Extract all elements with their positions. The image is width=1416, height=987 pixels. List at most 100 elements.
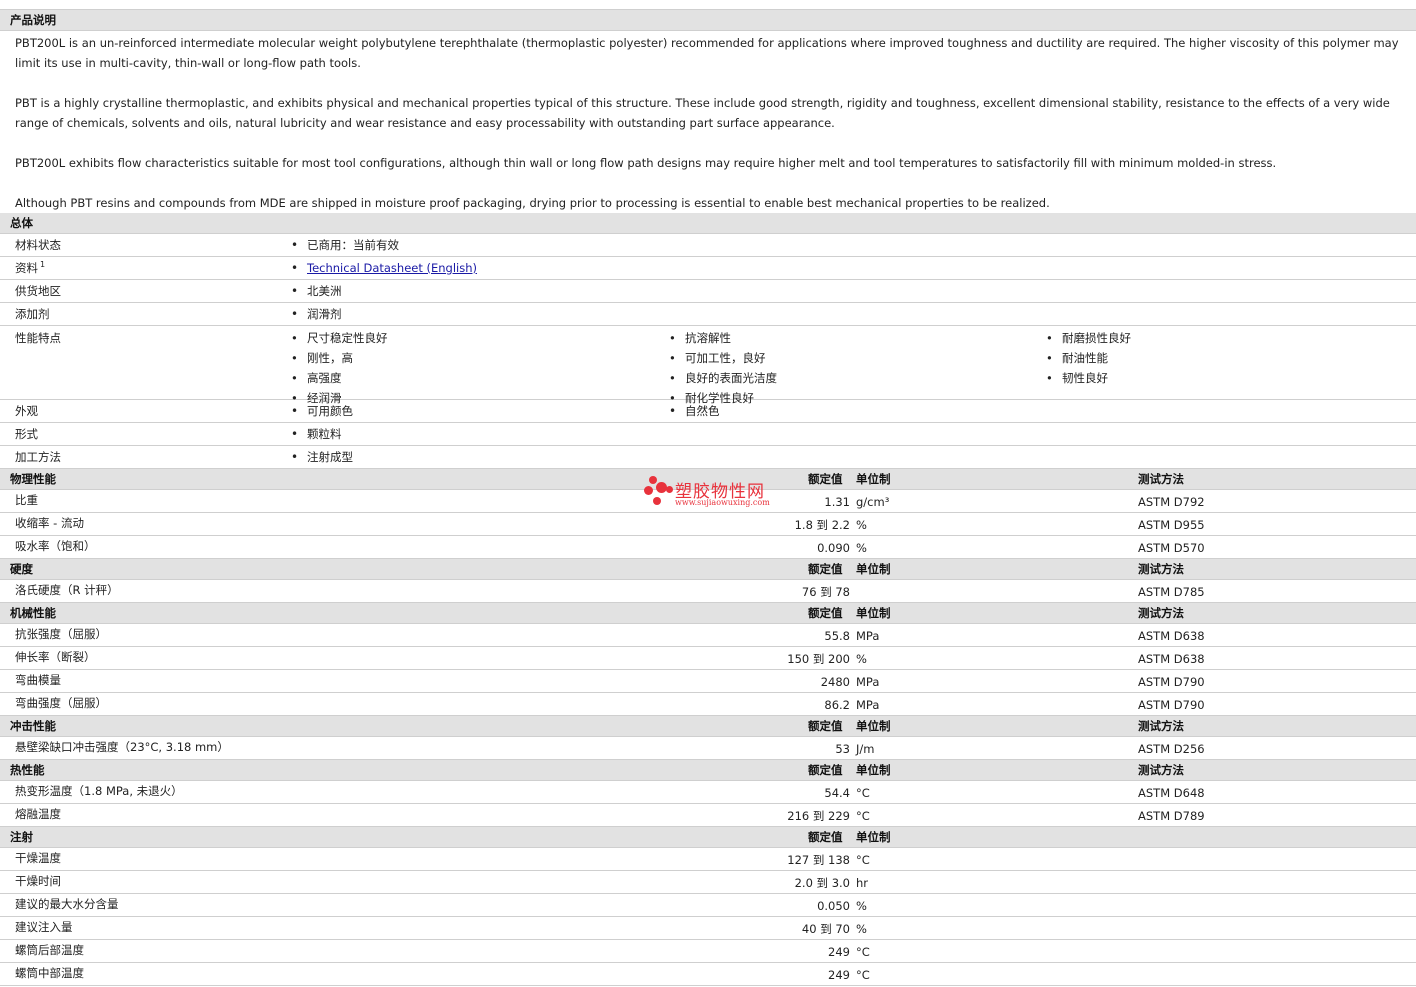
section-title: 产品说明 (10, 13, 56, 27)
row-label: 材料状态 (15, 238, 61, 252)
test-method: ASTM D638 (1138, 629, 1205, 643)
feature-item: 高强度 (291, 368, 388, 388)
property-value: 2480 (820, 675, 850, 689)
column-header-unit: 单位制 (856, 830, 891, 844)
property-label: 螺筒后部温度 (15, 943, 84, 957)
property-label: 弯曲模量 (15, 673, 61, 687)
property-label: 伸长率（断裂） (15, 650, 96, 664)
row-value: 注射成型 (291, 446, 353, 468)
property-unit: J/m (856, 742, 875, 756)
property-unit: °C (856, 809, 870, 823)
property-value: 0.050 (817, 899, 850, 913)
property-unit: °C (856, 945, 870, 959)
column-header-unit: 单位制 (856, 472, 891, 486)
section-title: 冲击性能 (10, 719, 56, 733)
property-value: 249 (828, 968, 850, 982)
property-unit: hr (856, 876, 869, 890)
property-row: 熔融温度 216 到 229 °C ASTM D789 (0, 804, 1416, 827)
test-method: ASTM D790 (1138, 698, 1205, 712)
property-label: 建议的最大水分含量 (15, 897, 119, 911)
row-label: 添加剂 (15, 307, 50, 321)
property-unit: MPa (856, 675, 880, 689)
general-row-appearance: 外观 可用颜色 自然色 (0, 400, 1416, 423)
row-label: 形式 (15, 427, 38, 441)
column-header-unit: 单位制 (856, 719, 891, 733)
property-row: 螺筒后部温度 249 °C (0, 940, 1416, 963)
row-value: 可用颜色 (291, 400, 353, 422)
description-paragraph: PBT is a highly crystalline thermoplasti… (15, 96, 1390, 130)
property-value: 1.31 (824, 495, 850, 509)
feature-item: 良好的表面光洁度 (669, 368, 777, 388)
property-unit: % (856, 518, 867, 532)
row-label-text: 资料 (15, 261, 38, 275)
features-column-1: 尺寸稳定性良好 刚性，高 高强度 经润滑 (291, 328, 388, 408)
property-unit: % (856, 899, 867, 913)
property-row: 热变形温度（1.8 MPa, 未退火） 54.4 °C ASTM D648 (0, 781, 1416, 804)
column-header-nominal: 额定值 (808, 472, 843, 486)
property-label: 熔融温度 (15, 807, 61, 821)
property-value: 86.2 (824, 698, 850, 712)
property-label: 建议注入量 (15, 920, 73, 934)
property-row: 建议注入量 40 到 70% (0, 917, 1416, 940)
property-row: 建议的最大水分含量 0.050% (0, 894, 1416, 917)
test-method: ASTM D256 (1138, 742, 1205, 756)
test-method: ASTM D790 (1138, 675, 1205, 689)
column-header-nominal: 额定值 (808, 830, 843, 844)
resource-item: Technical Datasheet (English) (291, 257, 477, 279)
property-unit: % (856, 541, 867, 555)
property-row: 弯曲强度（屈服） 86.2 MPa ASTM D790 (0, 693, 1416, 716)
general-row-status: 材料状态 已商用：当前有效 (0, 234, 1416, 257)
top-spacer (0, 0, 1416, 10)
feature-item: 刚性，高 (291, 348, 388, 368)
footnote-marker: 1 (40, 260, 46, 269)
property-unit: °C (856, 853, 870, 867)
property-row: 吸水率（饱和） 0.090% ASTM D570 (0, 536, 1416, 559)
datasheet-page: 产品说明 PBT200L is an un-reinforced interme… (0, 0, 1416, 986)
property-value: 40 到 70 (801, 922, 850, 936)
row-label: 外观 (15, 404, 38, 418)
property-value: 127 到 138 (787, 853, 850, 867)
property-unit: g/cm³ (856, 495, 890, 509)
technical-datasheet-link[interactable]: Technical Datasheet (English) (307, 261, 477, 275)
feature-item: 韧性良好 (1046, 368, 1131, 388)
section-title: 机械性能 (10, 606, 56, 620)
section-header-description: 产品说明 (0, 10, 1416, 31)
property-row: 悬壁梁缺口冲击强度（23°C, 3.18 mm） 53 J/m ASTM D256 (0, 737, 1416, 760)
test-method: ASTM D789 (1138, 809, 1205, 823)
property-tables: 物理性能 额定值 单位制 测试方法 比重 1.31 g/cm³ ASTM D792 收缩率 - … (0, 469, 1416, 986)
row-value: 已商用：当前有效 (291, 234, 399, 256)
column-header-method: 测试方法 (1138, 472, 1184, 486)
feature-item: 耐磨损性良好 (1046, 328, 1131, 348)
description-paragraph: PBT200L is an un-reinforced intermediate… (15, 36, 1399, 70)
property-label: 比重 (15, 493, 38, 507)
property-unit: MPa (856, 629, 880, 643)
test-method: ASTM D638 (1138, 652, 1205, 666)
general-row-features: 性能特点 尺寸稳定性良好 刚性，高 高强度 经润滑 抗溶解性 可加工性，良好 良… (0, 326, 1416, 408)
property-value: 0.090 (817, 541, 850, 555)
property-unit: % (856, 652, 867, 666)
features-column-2: 抗溶解性 可加工性，良好 良好的表面光洁度 耐化学性良好 (669, 328, 777, 408)
general-row-process: 加工方法 注射成型 (0, 446, 1416, 469)
general-row-form: 形式 颗粒料 (0, 423, 1416, 446)
column-header-method: 测试方法 (1138, 763, 1184, 777)
description-paragraph: Although PBT resins and compounds from M… (15, 196, 1050, 210)
test-method: ASTM D792 (1138, 495, 1205, 509)
watermark-url: www.sujiaowuxing.com (675, 498, 770, 507)
section-title: 注射 (10, 830, 33, 844)
property-unit: °C (856, 786, 870, 800)
property-row: 干燥时间 2.0 到 3.0 hr (0, 871, 1416, 894)
property-label: 吸水率（饱和） (15, 539, 96, 553)
section-header-mechanical: 机械性能 额定值 单位制 测试方法 (0, 603, 1416, 624)
property-label: 热变形温度（1.8 MPa, 未退火） (15, 784, 183, 798)
section-header-impact: 冲击性能 额定值 单位制 测试方法 (0, 716, 1416, 737)
section-header-thermal: 热性能 额定值 单位制 测试方法 (0, 760, 1416, 781)
row-label: 加工方法 (15, 450, 61, 464)
column-header-nominal: 额定值 (808, 562, 843, 576)
general-row-additive: 添加剂 润滑剂 (0, 303, 1416, 326)
section-title: 硬度 (10, 562, 33, 576)
column-header-method: 测试方法 (1138, 562, 1184, 576)
property-row: 洛氏硬度（R 计秤） 76 到 78 ASTM D785 (0, 580, 1416, 603)
row-value: 自然色 (669, 400, 720, 422)
property-label: 抗张强度（屈服） (15, 627, 107, 641)
property-row: 抗张强度（屈服） 55.8 MPa ASTM D638 (0, 624, 1416, 647)
